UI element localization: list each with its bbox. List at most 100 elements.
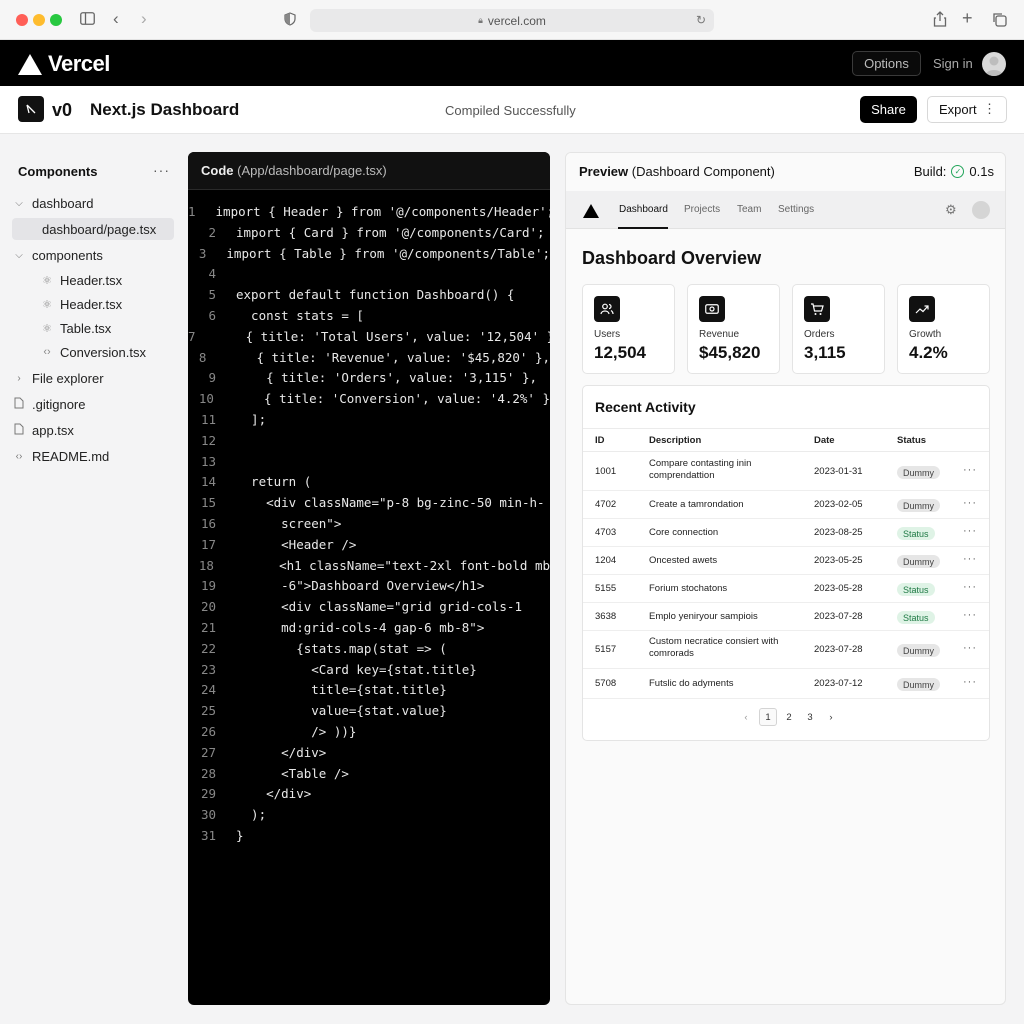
vercel-logo[interactable]: Vercel [18, 51, 110, 77]
tree-file-header[interactable]: ⚛︎ Header.tsx [12, 269, 174, 291]
forward-icon[interactable]: › [141, 10, 147, 27]
table-row[interactable]: 4703 Core connection 2023-08-25 Status ··· [583, 519, 989, 547]
line-number: 24 [200, 682, 216, 698]
zoom-window-button[interactable] [50, 14, 62, 26]
status-badge: Dummy [897, 644, 940, 657]
code-line: 23 <Card key={stat.title} [188, 662, 550, 683]
table-row[interactable]: 5157 Custom necratice consiert with comro… [583, 631, 989, 669]
export-button[interactable]: Export ⋮ [927, 96, 1007, 123]
avatar[interactable] [972, 201, 990, 219]
table-row[interactable]: 4702 Create a tamrondation 2023-02-05 Dummy… [583, 491, 989, 519]
code-text: <Card key={stat.title} [236, 661, 477, 677]
line-number: 8 [198, 349, 207, 365]
page-button-2[interactable]: 2 [783, 708, 795, 726]
cell-date: 2023-07-12 [814, 678, 863, 689]
table-row[interactable]: 5708 Futslic do adyments 2023-07-12 Dummy ··… [583, 669, 989, 699]
stat-card-orders[interactable]: Orders 3,115 [792, 284, 885, 374]
next-page-icon[interactable]: › [826, 708, 836, 726]
more-horizontal-icon[interactable]: ··· [153, 162, 170, 178]
tree-file-gitignore[interactable]: .gitignore [12, 393, 174, 415]
back-icon[interactable]: ‹ [113, 10, 119, 27]
shield-icon[interactable] [284, 12, 296, 30]
code-line: 4 [188, 266, 550, 287]
vercel-triangle-icon [18, 53, 42, 75]
cell-description: Forium stochatons [649, 583, 728, 594]
stat-card-revenue[interactable]: Revenue $45,820 [687, 284, 780, 374]
tree-file-app[interactable]: app.tsx [12, 419, 174, 441]
gear-icon[interactable]: ⚙︎ [945, 202, 957, 218]
nav-tab-team[interactable]: Team [737, 204, 761, 215]
stat-value: 12,504 [594, 343, 646, 362]
code-text: value={stat.value} [236, 703, 447, 719]
tree-file-conversion[interactable]: ‹› Conversion.tsx [12, 341, 174, 363]
code-line: 8 { title: 'Revenue', value: '$45,820' }… [188, 350, 550, 371]
code-text: </div> [236, 786, 312, 802]
page-button-3[interactable]: 3 [804, 708, 816, 726]
reload-icon[interactable]: ↻ [696, 13, 706, 27]
tree-folder-components[interactable]: ⌵ components [12, 244, 174, 266]
tree-label: .gitignore [32, 396, 86, 412]
code-line: 26 /> ))} [188, 724, 550, 745]
tree-folder-dashboard[interactable]: ⌵ dashboard [12, 192, 174, 214]
nav-tab-dashboard[interactable]: Dashboard [619, 204, 668, 215]
table-row[interactable]: 1001 Compare contasting inin comprendatti… [583, 453, 989, 491]
address-bar[interactable]: 🔒︎ vercel.com ↻ [310, 9, 714, 32]
table-row[interactable]: 1204 Oncested awets 2023-05-25 Dummy ··· [583, 547, 989, 575]
more-horizontal-icon[interactable]: ··· [963, 581, 977, 593]
tree-label: Header.tsx [60, 272, 123, 288]
table-row[interactable]: 3638 Emplo yeniryour sampiois 2023-07-28 St… [583, 603, 989, 631]
column-header-id[interactable]: ID [595, 435, 605, 446]
stat-card-growth[interactable]: Growth 4.2% [897, 284, 990, 374]
v0-label: v0 [52, 100, 73, 120]
status-badge: Dummy [897, 678, 940, 691]
close-window-button[interactable] [16, 14, 28, 26]
sidebar-toggle-icon[interactable] [80, 12, 95, 29]
more-vertical-icon[interactable]: ⋮ [983, 101, 996, 117]
user-avatar[interactable] [982, 52, 1006, 76]
cell-date: 2023-05-25 [814, 555, 863, 566]
more-horizontal-icon[interactable]: ··· [963, 553, 977, 565]
column-header-date[interactable]: Date [814, 435, 835, 446]
table-header: ID Description Date Status [583, 428, 989, 452]
cell-date: 2023-02-05 [814, 499, 863, 510]
tree-file-header[interactable]: ⚛︎ Header.tsx [12, 293, 174, 315]
share-button[interactable]: Share [860, 96, 917, 123]
column-header-description[interactable]: Description [649, 435, 701, 446]
minimize-window-button[interactable] [33, 14, 45, 26]
code-text: { title: 'Orders', value: '3,115' }, [236, 370, 538, 386]
cell-description: Custom necratice consiert with comrorads [649, 636, 779, 659]
column-header-status[interactable]: Status [897, 435, 926, 446]
tree-folder-file-explorer[interactable]: › File explorer [12, 367, 174, 389]
more-horizontal-icon[interactable]: ··· [963, 497, 977, 509]
tabs-overview-icon[interactable] [992, 12, 1007, 31]
more-horizontal-icon[interactable]: ··· [963, 464, 977, 476]
more-horizontal-icon[interactable]: ··· [963, 676, 977, 688]
code-title: Code [201, 163, 234, 178]
code-line: 13 [188, 454, 550, 475]
stat-card-users[interactable]: Users 12,504 [582, 284, 675, 374]
code-editor[interactable]: Code (App/dashboard/page.tsx) 1 import { … [188, 152, 550, 1005]
line-number: 2 [208, 224, 216, 240]
page-button-1[interactable]: 1 [759, 708, 777, 726]
cell-id: 5157 [595, 644, 617, 655]
more-horizontal-icon[interactable]: ··· [963, 525, 977, 537]
sidebar-title: Components [18, 164, 98, 179]
sign-in-link[interactable]: Sign in [933, 56, 973, 71]
more-horizontal-icon[interactable]: ··· [963, 642, 977, 654]
table-row[interactable]: 5155 Forium stochatons 2023-05-28 Status ··· [583, 575, 989, 603]
nav-tab-settings[interactable]: Settings [778, 204, 814, 215]
triangle-logo-icon[interactable] [583, 204, 599, 218]
prev-page-icon[interactable]: ‹ [741, 708, 751, 726]
share-icon[interactable] [933, 11, 947, 31]
v0-logo-icon[interactable] [18, 96, 44, 122]
options-button[interactable]: Options [852, 51, 921, 76]
build-status: Build: ✓ 0.1s [914, 164, 994, 179]
nav-tab-projects[interactable]: Projects [684, 204, 720, 215]
tree-file-dashboard-page[interactable]: dashboard/page.tsx [12, 218, 174, 240]
cell-id: 1204 [595, 555, 617, 566]
more-horizontal-icon[interactable]: ··· [963, 609, 977, 621]
tree-file-table[interactable]: ⚛︎ Table.tsx [12, 317, 174, 339]
tree-file-readme[interactable]: ‹› README.md [12, 445, 174, 467]
new-tab-icon[interactable]: + [962, 9, 973, 27]
cell-id: 5708 [595, 678, 617, 689]
